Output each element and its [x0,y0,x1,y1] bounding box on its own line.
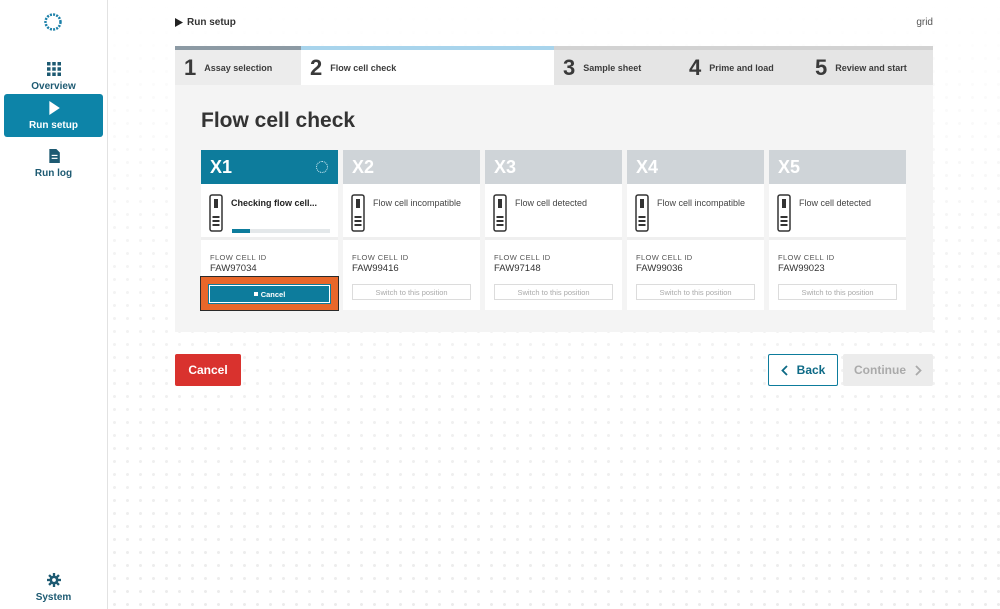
step-number: 5 [815,54,828,80]
check-progress-bar [232,229,330,233]
position-name: X1 [210,156,233,177]
check-progress-fill [232,229,250,233]
step-tracker: 1 Assay selection 2 Flow cell check 3 Sa… [175,46,933,85]
position-status: Flow cell detected [769,184,906,240]
position-card-x2[interactable]: X2 Flow cell incompatible FLOW CELL ID F… [343,150,480,310]
page-title: Flow cell check [201,109,356,132]
sidebar-item-label: Run setup [29,119,78,131]
step-prime-and-load[interactable]: 4 Prime and load [680,46,806,85]
position-card-x3[interactable]: X3 Flow cell detected FLOW CELL ID FAW97… [485,150,622,310]
step-label: Sample sheet [583,62,642,73]
cancel-check-label: Cancel [260,289,286,299]
gear-icon [46,572,61,587]
sidebar-item-label: Run log [34,167,73,179]
switch-position-button[interactable]: Switch to this position [778,284,897,300]
step-number: 3 [563,54,576,80]
play-icon [175,18,183,27]
position-header: X1 [201,150,338,184]
flow-cell-id-value: FAW99023 [778,263,825,274]
sidebar-item-label: System [35,591,72,603]
position-header: X2 [343,150,480,184]
breadcrumb[interactable]: Run setup [175,17,236,28]
continue-button[interactable]: Continue [843,354,933,386]
flow-cell-id-value: FAW97034 [210,263,257,274]
flow-cell-icon [777,194,791,232]
continue-label: Continue [854,363,906,377]
step-label: Flow cell check [330,62,397,73]
document-icon [48,148,60,163]
position-status-text: Flow cell incompatible [657,198,746,208]
position-status: Flow cell incompatible [627,184,764,240]
sidebar-item-overview[interactable]: Overview [4,55,103,98]
switch-position-button[interactable]: Switch to this position [636,284,755,300]
back-label: Back [796,363,826,377]
switch-position-button[interactable]: Switch to this position [494,284,613,300]
step-sample-sheet[interactable]: 3 Sample sheet [554,46,680,85]
position-header: X4 [627,150,764,184]
position-status-text: Flow cell detected [799,198,872,208]
position-header: X5 [769,150,906,184]
position-name: X4 [636,156,659,177]
step-flow-cell-check[interactable]: 2 Flow cell check [301,46,554,85]
position-status-text: Flow cell incompatible [373,198,462,208]
device-name: grid [916,17,933,28]
position-name: X2 [352,156,375,177]
cancel-check-highlight: Cancel [200,276,339,311]
play-icon [48,100,60,115]
position-name: X5 [778,156,801,177]
flow-cell-id-value: FAW97148 [494,263,541,274]
step-review-and-start[interactable]: 5 Review and start [806,46,933,85]
sidebar-item-label: Overview [31,80,76,92]
flow-cell-icon [635,194,649,232]
cancel-check-button[interactable]: Cancel [208,284,331,304]
position-status: Flow cell detected [485,184,622,240]
step-label: Prime and load [709,62,774,73]
loading-spinner-icon [316,161,328,173]
step-label: Review and start [835,62,907,73]
step-number: 4 [689,54,702,80]
breadcrumb-label: Run setup [187,17,236,28]
flow-cell-id-label: FLOW CELL ID [210,253,267,262]
flow-cell-icon [493,194,507,232]
chevron-right-icon [915,364,922,376]
sun-ring-logo [44,13,62,31]
flow-cell-id-value: FAW99416 [352,263,399,274]
position-header: X3 [485,150,622,184]
sidebar-item-system[interactable]: System [4,566,103,609]
main-content: Run setup grid 1 Assay selection 2 Flow … [108,0,1000,609]
flow-cell-id-value: FAW99036 [636,263,683,274]
position-card-x4[interactable]: X4 Flow cell incompatible FLOW CELL ID F… [627,150,764,310]
flow-cell-id-label: FLOW CELL ID [778,253,835,262]
sidebar: Overview Run setup Run log System [0,0,108,609]
switch-position-button[interactable]: Switch to this position [352,284,471,300]
grid-icon [46,61,61,76]
cancel-button[interactable]: Cancel [175,354,241,386]
step-number: 2 [310,54,323,80]
position-name: X3 [494,156,517,177]
chevron-left-icon [780,364,788,376]
step-assay-selection[interactable]: 1 Assay selection [175,46,301,85]
sidebar-item-run-log[interactable]: Run log [4,142,103,185]
position-card-x1[interactable]: X1 Checking flow cell... FLOW CELL ID FA… [200,150,339,311]
step-label: Assay selection [204,62,273,73]
position-cards: X1 Checking flow cell... FLOW CELL ID FA… [200,150,906,311]
position-status: Flow cell incompatible [343,184,480,240]
position-status: Checking flow cell... [201,184,338,240]
flow-cell-panel: Flow cell check X1 Checking flow cell...… [175,85,933,332]
position-status-text: Flow cell detected [515,198,588,208]
stop-icon [253,292,258,296]
flow-cell-icon [209,194,223,232]
flow-cell-icon [351,194,365,232]
back-button[interactable]: Back [768,354,838,386]
flow-cell-id-label: FLOW CELL ID [352,253,409,262]
sidebar-item-run-setup[interactable]: Run setup [4,94,103,137]
flow-cell-id-label: FLOW CELL ID [494,253,551,262]
step-number: 1 [184,54,197,80]
flow-cell-id-label: FLOW CELL ID [636,253,693,262]
position-card-x5[interactable]: X5 Flow cell detected FLOW CELL ID FAW99… [769,150,906,310]
